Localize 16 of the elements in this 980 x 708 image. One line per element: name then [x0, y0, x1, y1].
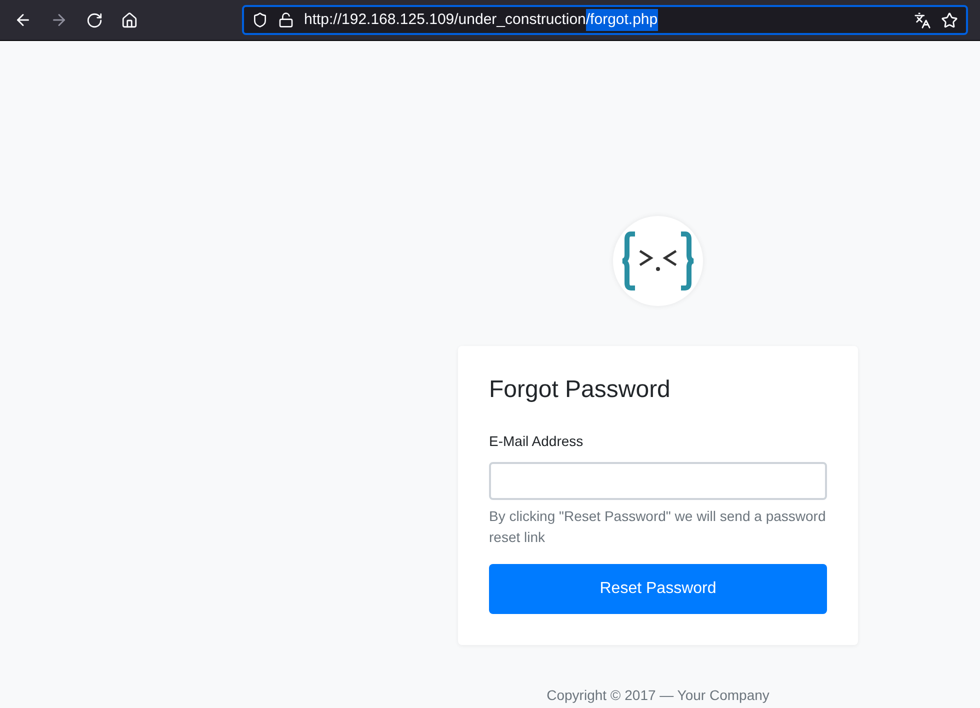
url-text: http://192.168.125.109/under_construction: [304, 10, 586, 30]
card-title: Forgot Password: [489, 376, 672, 405]
shield-icon: [252, 12, 268, 28]
footer-text: Copyright © 2017 — Your Company: [546, 686, 770, 705]
email-label: E-Mail Address: [489, 432, 584, 451]
translate-icon[interactable]: [914, 12, 931, 28]
forward-arrow-icon: [50, 11, 68, 29]
reload-icon: [86, 12, 103, 28]
email-field[interactable]: [489, 462, 827, 500]
help-text: By clicking "Reset Password" we will send a password reset link: [489, 506, 827, 547]
unlocked-icon: [278, 12, 294, 28]
reset-password-button[interactable]: Reset Password: [489, 564, 827, 614]
url-text: /forgot.php: [586, 8, 658, 32]
bookmark-star-icon[interactable]: [941, 12, 958, 28]
home-icon: [121, 12, 138, 28]
address-bar[interactable]: http://192.168.125.109/under_construction/forgot.php: [242, 5, 968, 35]
